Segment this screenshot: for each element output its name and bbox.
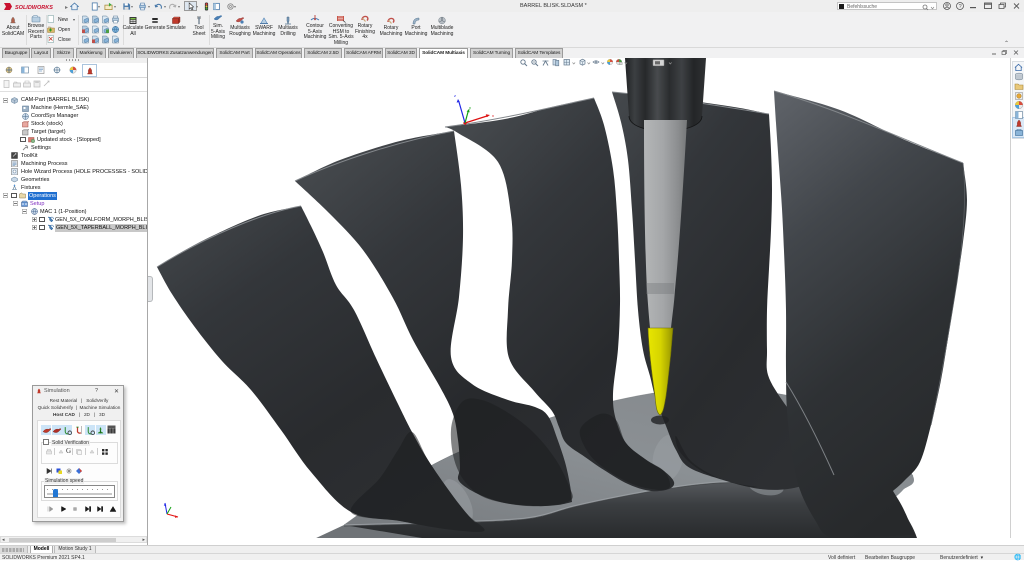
svg-text:SOLIDWORKS: SOLIDWORKS — [15, 5, 53, 11]
svg-text:x: x — [492, 113, 494, 118]
svg-text:z: z — [454, 93, 456, 98]
svg-text:y: y — [469, 105, 471, 110]
svg-text:▸: ▸ — [65, 5, 68, 11]
svg-text:?: ? — [959, 4, 962, 10]
